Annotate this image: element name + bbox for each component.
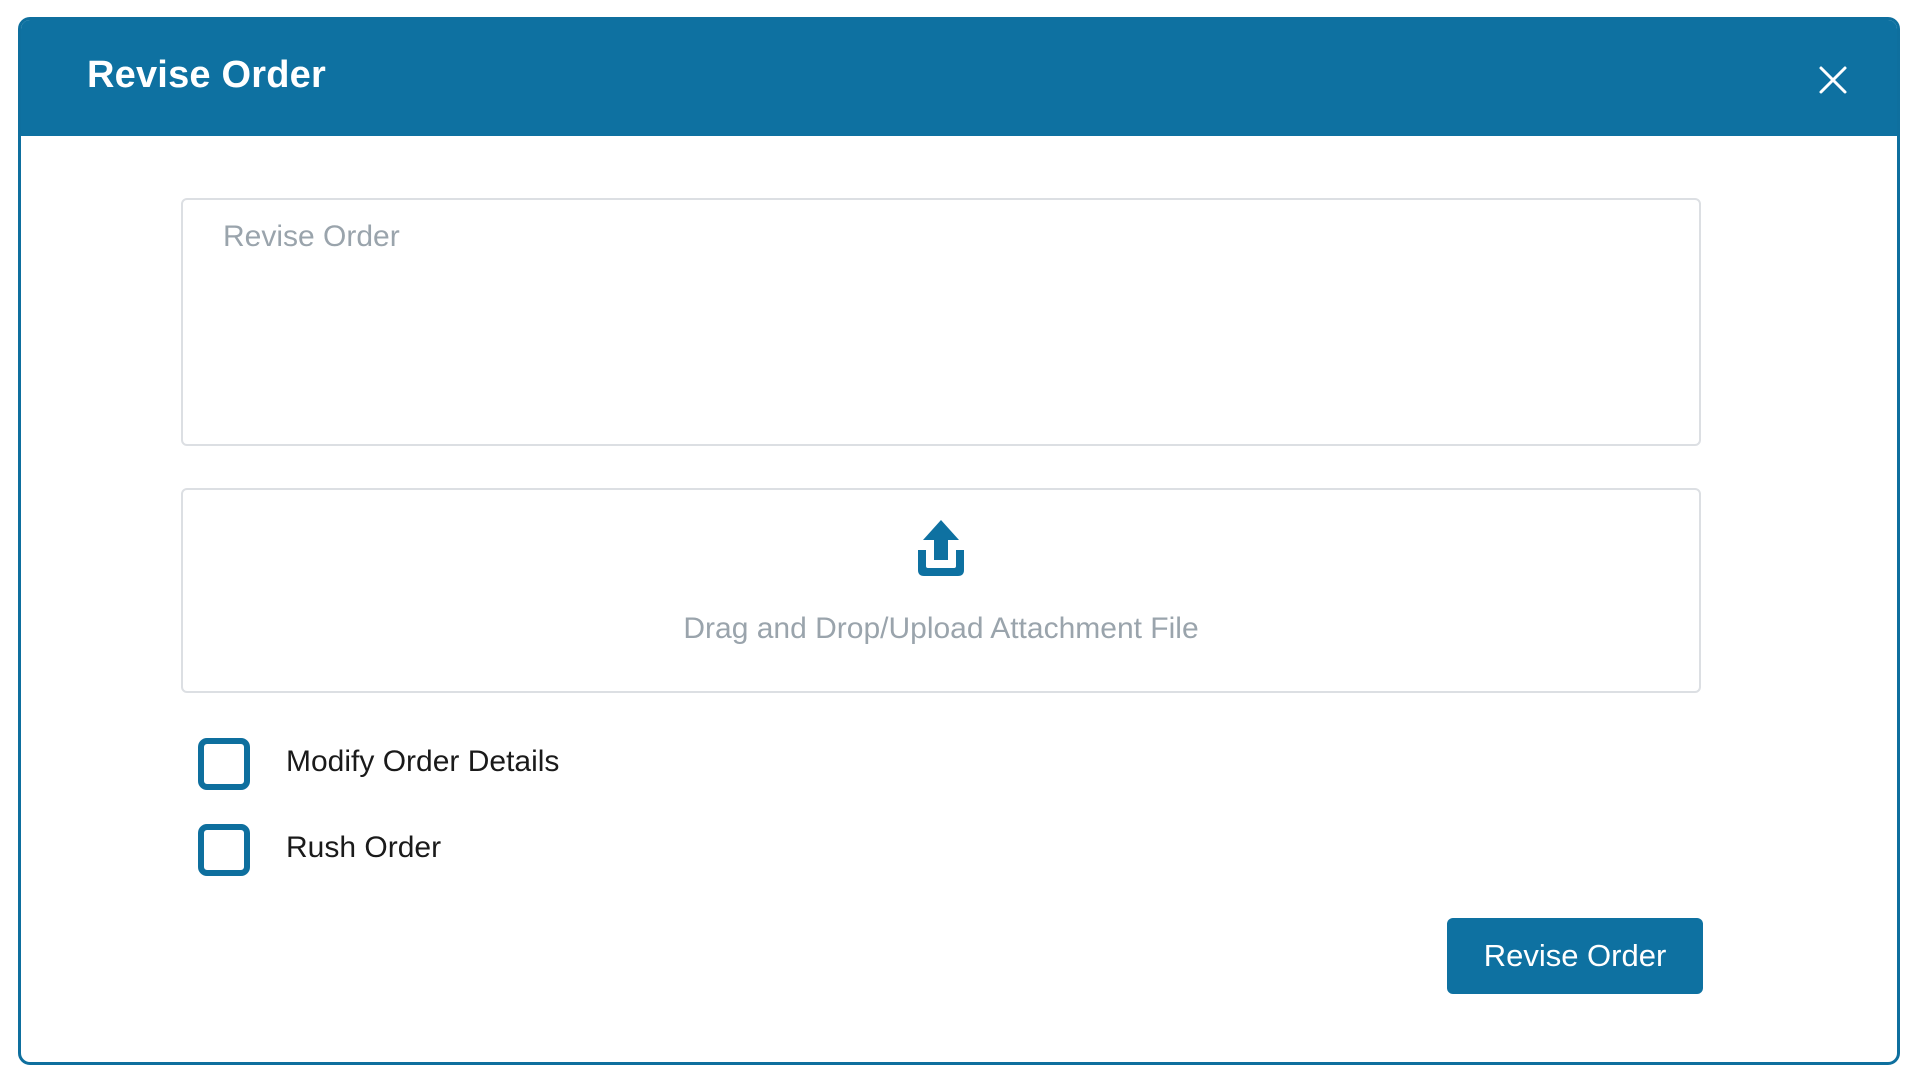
close-icon: [1819, 66, 1847, 94]
modify-order-details-checkbox[interactable]: [198, 738, 250, 790]
revise-order-textarea[interactable]: [183, 200, 1699, 444]
revise-order-field: [181, 198, 1701, 446]
dialog-title: Revise Order: [87, 53, 326, 96]
close-button[interactable]: [1809, 56, 1857, 104]
upload-label: Drag and Drop/Upload Attachment File: [683, 612, 1199, 645]
rush-order-checkbox[interactable]: [198, 824, 250, 876]
rush-order-label: Rush Order: [286, 831, 442, 864]
modify-order-details-label: Modify Order Details: [286, 745, 560, 778]
attachment-dropzone[interactable]: Drag and Drop/Upload Attachment File: [181, 488, 1701, 693]
modify-order-details-option[interactable]: Modify Order Details: [198, 738, 559, 790]
rush-order-option[interactable]: Rush Order: [198, 824, 441, 876]
dialog-header: Revise Order: [21, 20, 1897, 136]
upload-icon: [918, 520, 964, 576]
revise-order-button[interactable]: Revise Order: [1447, 918, 1703, 994]
